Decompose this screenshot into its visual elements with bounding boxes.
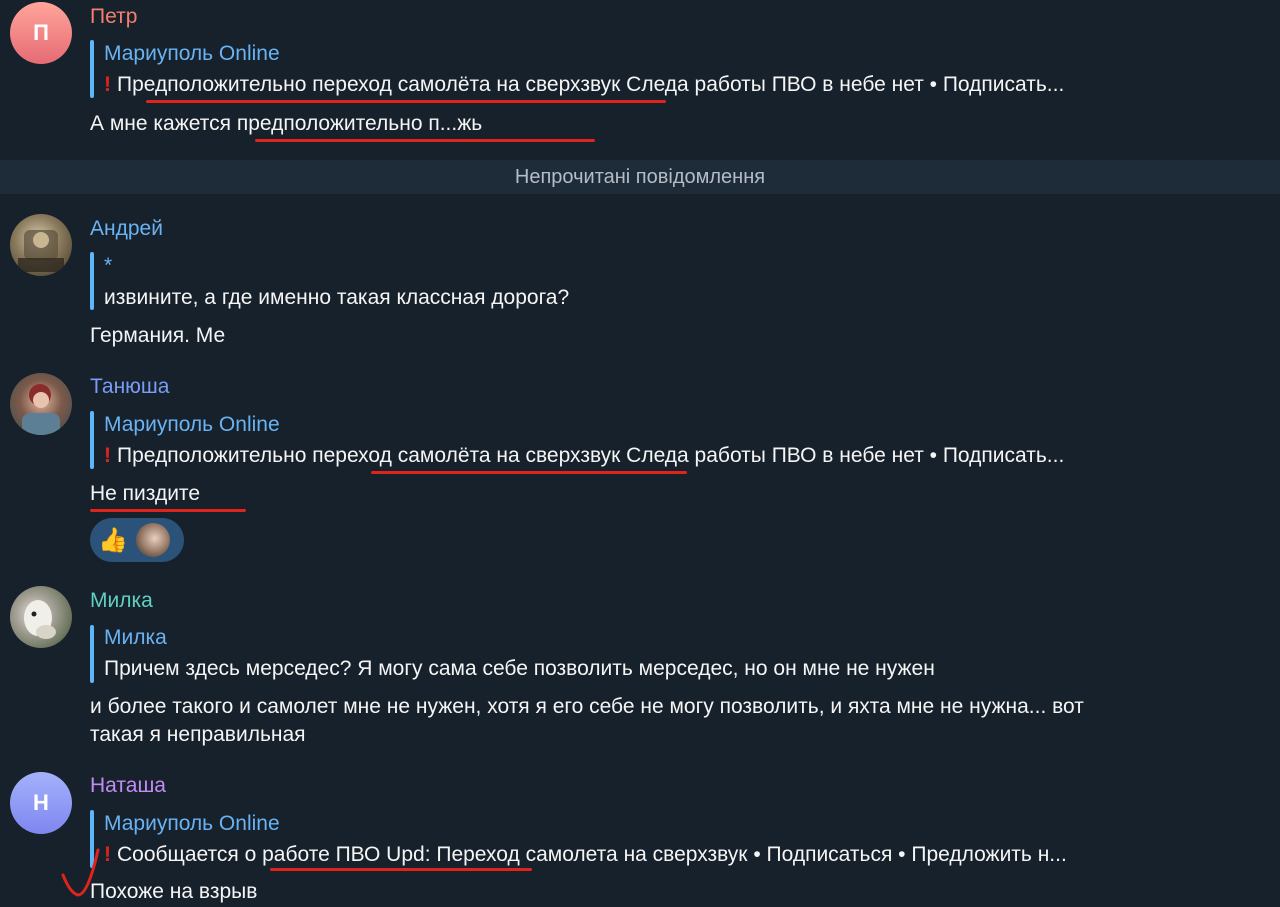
message-text: Похоже на взрыв bbox=[90, 880, 258, 903]
reply-title[interactable]: Мариуполь Online bbox=[104, 811, 280, 837]
sender-name[interactable]: Танюша bbox=[90, 374, 169, 400]
avatar[interactable] bbox=[10, 586, 72, 648]
sender-name[interactable]: Петр bbox=[90, 4, 137, 30]
avatar-letter: П bbox=[33, 20, 49, 45]
reply-title[interactable]: Милка bbox=[104, 625, 167, 651]
reaction-chip[interactable]: 👍 bbox=[90, 518, 184, 562]
checkmark-annotation-icon bbox=[61, 848, 100, 897]
annotation-underline bbox=[90, 509, 246, 512]
message-text: Не пиздите bbox=[90, 482, 200, 505]
annotation-underline bbox=[255, 139, 595, 142]
reply-title[interactable]: Мариуполь Online bbox=[104, 412, 280, 438]
sender-name[interactable]: Милка bbox=[90, 588, 153, 614]
reply-text[interactable]: Причем здесь мерседес? Я могу сама себе … bbox=[104, 656, 935, 682]
avatar[interactable]: П bbox=[10, 2, 72, 64]
avatar-photo-icon bbox=[24, 600, 56, 639]
message-text: такая я неправильная bbox=[90, 723, 306, 746]
sender-name[interactable]: Наташа bbox=[90, 773, 166, 799]
avatar-photo-icon bbox=[22, 384, 60, 435]
reply-text[interactable]: ! Предположительно переход самолёта на св… bbox=[104, 443, 1064, 469]
reply-bar bbox=[90, 411, 94, 469]
avatar[interactable] bbox=[10, 214, 72, 276]
reply-title[interactable]: * bbox=[104, 253, 112, 279]
sender-name[interactable]: Андрей bbox=[90, 216, 163, 242]
unread-separator: Непрочитані повідомлення bbox=[0, 160, 1280, 194]
annotation-underline bbox=[371, 471, 687, 474]
exclamation-icon: ! bbox=[104, 73, 111, 96]
reply-bar bbox=[90, 40, 94, 98]
annotation-underline bbox=[146, 100, 666, 103]
annotation-underline bbox=[270, 868, 532, 871]
avatar[interactable] bbox=[10, 373, 72, 435]
unread-separator-label: Непрочитані повідомлення bbox=[514, 166, 766, 188]
reply-text[interactable]: ! Сообщается о работе ПВО Upd: Переход са… bbox=[104, 842, 1067, 868]
reply-bar bbox=[90, 625, 94, 683]
reply-title[interactable]: Мариуполь Online bbox=[104, 41, 280, 67]
thumbs-up-icon: 👍 bbox=[98, 526, 128, 554]
reply-text[interactable]: извините, а где именно такая классная до… bbox=[104, 285, 569, 311]
avatar-letter: Н bbox=[33, 790, 49, 815]
exclamation-icon: ! bbox=[104, 444, 111, 467]
reply-bar bbox=[90, 252, 94, 310]
avatar-photo-icon bbox=[18, 230, 64, 272]
message-text: и более такого и самолет мне не нужен, х… bbox=[90, 695, 1084, 718]
message-text: Германия. Ме bbox=[90, 324, 226, 347]
reply-text[interactable]: ! Предположительно переход самолёта на св… bbox=[104, 72, 1064, 98]
reactor-avatar bbox=[136, 523, 170, 557]
avatar[interactable]: Н bbox=[10, 772, 72, 834]
message-text: А мне кажется предположительно п...жь bbox=[90, 112, 483, 135]
